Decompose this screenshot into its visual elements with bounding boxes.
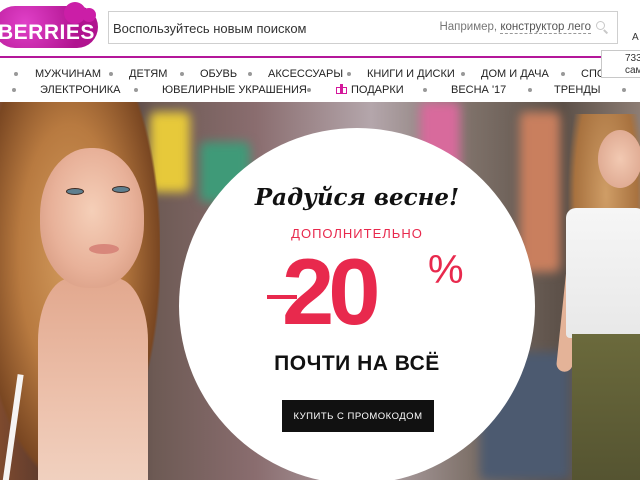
- model-left-eye: [112, 186, 130, 193]
- nav-bullet: [347, 72, 351, 76]
- model-right-face: [598, 130, 640, 188]
- nav-bullet: [423, 88, 427, 92]
- nav-bullet: [528, 88, 532, 92]
- nav-item-gifts-label: Подарки: [351, 84, 404, 96]
- header-right-truncated[interactable]: А: [632, 32, 639, 43]
- nav-bullet: [180, 72, 184, 76]
- nav-item-gifts[interactable]: Подарки: [336, 84, 404, 96]
- logo-text: BERRIES: [0, 21, 95, 44]
- nav-item-electronics[interactable]: Электроника: [40, 84, 120, 96]
- header-tooltip: 733 само: [601, 50, 640, 78]
- model-left-lips: [89, 244, 119, 254]
- header: BERRIES Например, конструктор лего А: [0, 0, 640, 56]
- nav-bullet: [307, 88, 311, 92]
- tooltip-line-1: 733: [625, 53, 640, 64]
- nav-bullet: [561, 72, 565, 76]
- promo-headline: Радуйся весне!: [254, 184, 460, 211]
- buy-with-promo-button[interactable]: Купить с промокодом: [282, 400, 434, 432]
- model-right-pants: [572, 334, 640, 480]
- model-right-top: [566, 208, 640, 338]
- search-input[interactable]: [113, 18, 433, 38]
- search-icon[interactable]: [595, 20, 609, 34]
- promo-percent-sign: %: [428, 248, 464, 292]
- nav-bullet: [248, 72, 252, 76]
- logo[interactable]: BERRIES: [0, 2, 98, 48]
- nav-bullet: [109, 72, 113, 76]
- nav-item-men[interactable]: Мужчинам: [35, 68, 101, 80]
- nav-item-trends[interactable]: Тренды: [554, 84, 601, 96]
- nav-item-jewelry[interactable]: Ювелирные украшения: [162, 84, 307, 96]
- search-hint-prefix: Например,: [439, 21, 498, 33]
- nav-item-accessories[interactable]: Аксессуары: [268, 68, 343, 80]
- model-left-face: [40, 148, 144, 288]
- search-hint-example[interactable]: конструктор лего: [500, 21, 591, 34]
- nav-bullet: [461, 72, 465, 76]
- nav-item-books[interactable]: Книги и диски: [367, 68, 455, 80]
- search-box: Например, конструктор лего: [108, 11, 618, 44]
- nav-row-2: Электроника Ювелирные украшения Подарки …: [0, 84, 640, 102]
- nav-bullet: [622, 88, 626, 92]
- nav-bullet: [134, 88, 138, 92]
- main-nav: Мужчинам Детям Обувь Аксессуары Книги и …: [0, 58, 640, 102]
- gift-icon: [336, 84, 347, 94]
- nav-item-kids[interactable]: Детям: [129, 68, 167, 80]
- model-left-eye: [66, 188, 84, 195]
- nav-item-spring17[interactable]: Весна '17: [451, 84, 506, 96]
- tooltip-line-2: само: [625, 65, 640, 76]
- promo-tagline: ПОЧТИ НА ВСЁ: [274, 352, 440, 375]
- nav-bullet: [14, 72, 18, 76]
- nav-item-shoes[interactable]: Обувь: [200, 68, 237, 80]
- model-left-body: [38, 278, 148, 480]
- promo-circle: Радуйся весне! Дополнительно 20 % ПОЧТИ …: [179, 128, 535, 480]
- promo-discount-number: 20: [282, 239, 381, 344]
- search-hint: Например, конструктор лего: [439, 21, 591, 34]
- nav-bullet: [12, 88, 16, 92]
- promo-banner[interactable]: Радуйся весне! Дополнительно 20 % ПОЧТИ …: [0, 102, 640, 480]
- nav-item-home[interactable]: Дом и дача: [481, 68, 549, 80]
